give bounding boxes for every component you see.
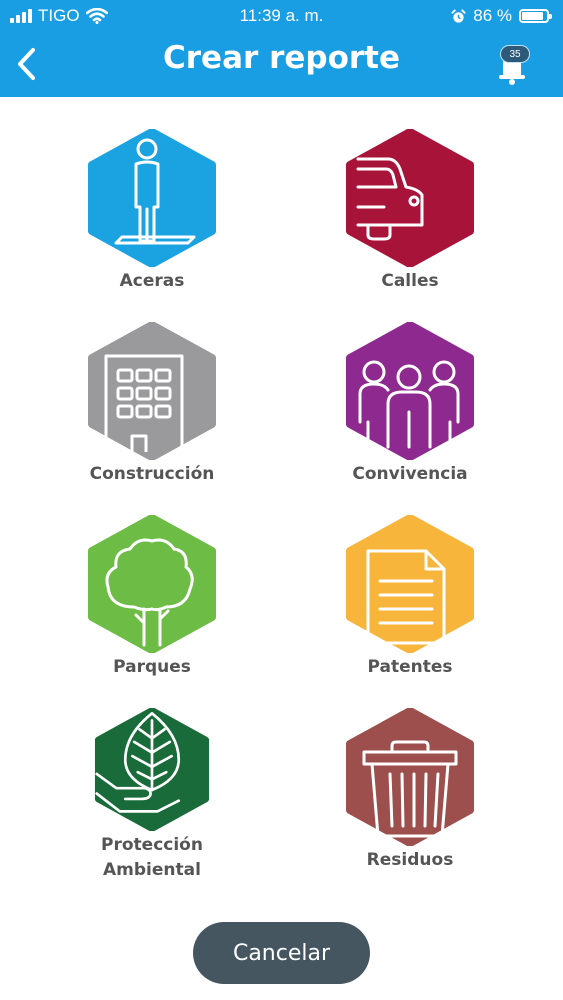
battery-icon (519, 9, 552, 23)
app-header: TIGO 11:39 a. m. 86 % Crear reporte 35 (0, 0, 563, 97)
status-bar: TIGO 11:39 a. m. 86 % (0, 0, 563, 34)
category-label: Convivencia (352, 464, 468, 484)
car-icon (346, 129, 474, 267)
category-label-line1: Protección (101, 835, 203, 855)
page-title: Crear reporte (163, 40, 400, 76)
category-construccion[interactable]: Construcción (62, 322, 242, 497)
category-proteccion-ambiental[interactable]: Protección Ambiental (62, 708, 242, 883)
pedestrian-sidewalk-icon (88, 129, 216, 267)
battery-level (522, 12, 543, 20)
category-parques[interactable]: Parques (62, 515, 242, 690)
leaf-hand-icon (94, 708, 210, 831)
category-label-line2: Ambiental (103, 860, 201, 880)
notifications-button[interactable]: 35 (490, 42, 534, 86)
category-label: Construcción (89, 464, 215, 484)
category-label: Aceras (119, 271, 185, 291)
category-label: Patentes (367, 657, 453, 677)
trash-can-icon (346, 708, 474, 846)
document-icon (346, 515, 474, 653)
tree-icon (88, 515, 216, 653)
cancel-button[interactable]: Cancelar (193, 922, 370, 984)
alarm-icon (451, 8, 466, 23)
building-icon (88, 322, 216, 460)
notification-badge: 35 (500, 45, 530, 63)
status-right: 86 % (451, 6, 552, 26)
battery-percentage: 86 % (473, 6, 512, 25)
category-label: Protección Ambiental (101, 833, 203, 883)
category-patentes[interactable]: Patentes (320, 515, 500, 690)
category-label: Calles (381, 271, 439, 291)
category-calles[interactable]: Calles (320, 129, 500, 304)
category-convivencia[interactable]: Convivencia (320, 322, 500, 497)
people-group-icon (346, 322, 474, 460)
category-label: Parques (113, 657, 191, 677)
category-residuos[interactable]: Residuos (320, 708, 500, 883)
category-label: Residuos (366, 850, 454, 870)
category-aceras[interactable]: Aceras (62, 129, 242, 304)
